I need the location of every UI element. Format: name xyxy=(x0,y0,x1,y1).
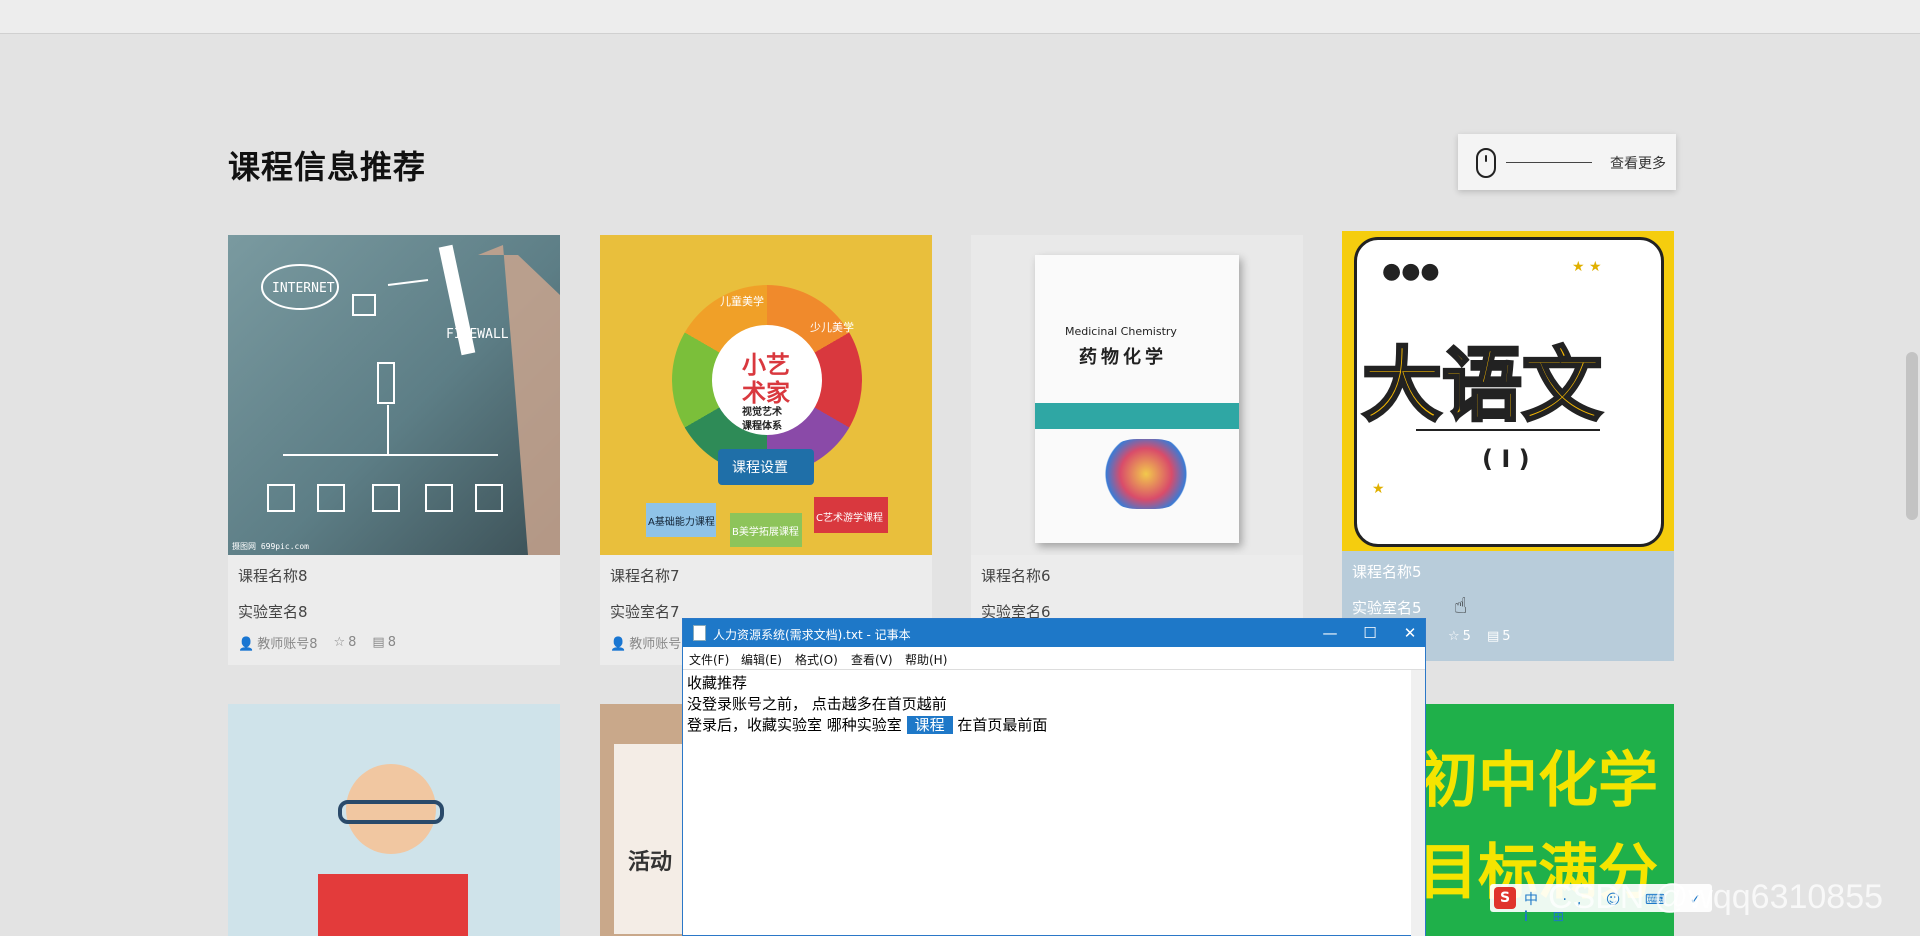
course-image: Medicinal Chemistry 药物化学 xyxy=(971,235,1303,555)
user-icon: 👤 xyxy=(238,637,255,652)
image-text: A基础能力课程 xyxy=(648,517,715,528)
book-cover: Medicinal Chemistry 药物化学 xyxy=(1035,255,1239,543)
user-icon: 👤 xyxy=(610,637,627,652)
star-count: 8 xyxy=(348,635,357,650)
notepad-title: 人力资源系统(需求文档).txt - 记事本 xyxy=(713,628,911,642)
card-meta: 👤 教师账号7 xyxy=(610,633,689,652)
image-text: 视觉艺术 xyxy=(742,407,782,418)
close-icon[interactable]: ✕ xyxy=(1395,622,1425,644)
menu-help[interactable]: 帮助(H) xyxy=(905,651,947,668)
text-segment: 在首页最前面 xyxy=(957,716,1048,734)
star-count: 5 xyxy=(1462,629,1471,644)
course-name: 课程名称7 xyxy=(610,567,680,585)
glasses-illustration xyxy=(338,800,444,824)
course-card[interactable]: INTERNET FIREWALL 摄图网 699pic.com 课程名称8 实… xyxy=(228,235,560,665)
text-line: 没登录账号之前， 点击越多在首页越前 xyxy=(687,695,947,713)
course-name: 课程名称5 xyxy=(1352,563,1422,581)
minimize-icon[interactable]: — xyxy=(1315,622,1345,644)
menu-edit[interactable]: 编辑(E) xyxy=(741,651,782,668)
course-card[interactable]: 小艺 术家 视觉艺术 课程体系 课程设置 儿童美学 少儿美学 A基础能力课程 B… xyxy=(600,235,932,665)
image-text: ( I ) xyxy=(1482,445,1530,473)
star-icon: ☆ xyxy=(333,635,346,650)
watermark: CSDN @wqq6310855 xyxy=(1548,878,1884,916)
teacher-account: 教师账号8 xyxy=(257,637,318,652)
notepad-window[interactable]: 人力资源系统(需求文档).txt - 记事本 — ☐ ✕ 文件(F) 编辑(E)… xyxy=(682,618,1426,936)
image-text: 课程设置 xyxy=(732,460,788,476)
book-band xyxy=(1035,403,1239,429)
comment-icon: ▤ xyxy=(372,635,385,650)
section-title: 课程信息推荐 xyxy=(228,148,427,186)
course-name: 课程名称6 xyxy=(981,567,1051,585)
text-line: 收藏推荐 xyxy=(687,674,748,692)
image-credit: 摄图网 699pic.com xyxy=(232,542,309,551)
image-text: 大语文 xyxy=(1361,338,1604,434)
star-decoration-icon: ★ ★ xyxy=(1572,259,1602,275)
card-meta: ☆ 5 ▤ 5 xyxy=(1448,629,1511,644)
course-name: 课程名称8 xyxy=(238,567,308,585)
image-text: Medicinal Chemistry xyxy=(1065,325,1177,338)
notepad-text-area[interactable]: 收藏推荐 没登录账号之前， 点击越多在首页越前 登录后，收藏实验室 哪种实验室 … xyxy=(683,669,1425,936)
notepad-scrollbar[interactable] xyxy=(1411,670,1425,936)
browser-top-bar xyxy=(0,0,1920,34)
menu-view[interactable]: 查看(V) xyxy=(851,651,893,668)
notepad-menubar: 文件(F) 编辑(E) 格式(O) 查看(V) 帮助(H) xyxy=(683,647,1425,669)
image-text: 儿童美学 xyxy=(720,295,764,308)
image-text: 初中化学 xyxy=(1418,746,1658,816)
underline xyxy=(1416,429,1600,431)
course-image: 小艺 术家 视觉艺术 课程体系 课程设置 儿童美学 少儿美学 A基础能力课程 B… xyxy=(600,235,932,555)
flyer-illustration xyxy=(614,744,684,934)
star-icon: ☆ xyxy=(1448,629,1460,644)
star-decoration-icon: ★ xyxy=(1372,481,1385,497)
course-card-hovered[interactable]: ●●● ★ ★ 大语文 ( I ) ★ 课程名称5 实验室名5 ☆ 5 ▤ 5 xyxy=(1342,231,1674,661)
text-segment: 登录后，收藏实验室 哪种实验室 xyxy=(687,716,902,734)
image-text: 活动 xyxy=(628,850,673,875)
lab-name: 实验室名7 xyxy=(610,603,680,621)
teacher-account: 教师账号7 xyxy=(629,637,690,652)
lab-name: 实验室名5 xyxy=(1352,599,1422,617)
comment-count: 5 xyxy=(1502,629,1511,644)
course-image: INTERNET FIREWALL 摄图网 699pic.com xyxy=(228,235,560,555)
image-text: 课程体系 xyxy=(742,421,782,432)
view-more-button[interactable]: 查看更多 xyxy=(1458,134,1676,190)
image-text: B美学拓展课程 xyxy=(732,527,799,538)
comment-count: 8 xyxy=(387,635,396,650)
notepad-titlebar[interactable]: 人力资源系统(需求文档).txt - 记事本 — ☐ ✕ xyxy=(683,619,1425,647)
mouse-icon xyxy=(1476,148,1496,178)
image-text: 药物化学 xyxy=(1079,347,1167,368)
text-line-3: 登录后，收藏实验室 哪种实验室 课程 在首页最前面 xyxy=(687,714,1047,735)
notepad-icon xyxy=(693,625,706,641)
image-text: 少儿美学 xyxy=(810,321,854,334)
divider-line xyxy=(1506,162,1592,163)
book-illustration xyxy=(318,874,468,936)
maximize-icon[interactable]: ☐ xyxy=(1355,622,1385,644)
page-scrollbar-thumb[interactable] xyxy=(1906,352,1918,520)
menu-format[interactable]: 格式(O) xyxy=(795,651,838,668)
course-card[interactable]: Medicinal Chemistry 药物化学 课程名称6 实验室名6 xyxy=(971,235,1303,665)
view-more-label: 查看更多 xyxy=(1610,156,1666,172)
image-text: C艺术游学课程 xyxy=(816,513,883,524)
sogou-icon: S xyxy=(1494,887,1516,909)
course-card[interactable] xyxy=(228,704,560,936)
network-drawing xyxy=(261,244,560,555)
lab-name: 实验室名8 xyxy=(238,603,308,621)
menu-file[interactable]: 文件(F) xyxy=(689,651,729,668)
comment-icon: ▤ xyxy=(1486,629,1500,644)
dots-icon: ●●● xyxy=(1382,259,1440,284)
molecule-graphic xyxy=(1101,439,1191,509)
selected-text: 课程 xyxy=(906,716,953,734)
hand-cursor-icon: ☝ xyxy=(1454,594,1468,619)
course-image: ●●● ★ ★ 大语文 ( I ) ★ xyxy=(1342,231,1674,551)
card-meta: 👤 教师账号8 ☆ 8 ▤ 8 xyxy=(238,633,396,652)
